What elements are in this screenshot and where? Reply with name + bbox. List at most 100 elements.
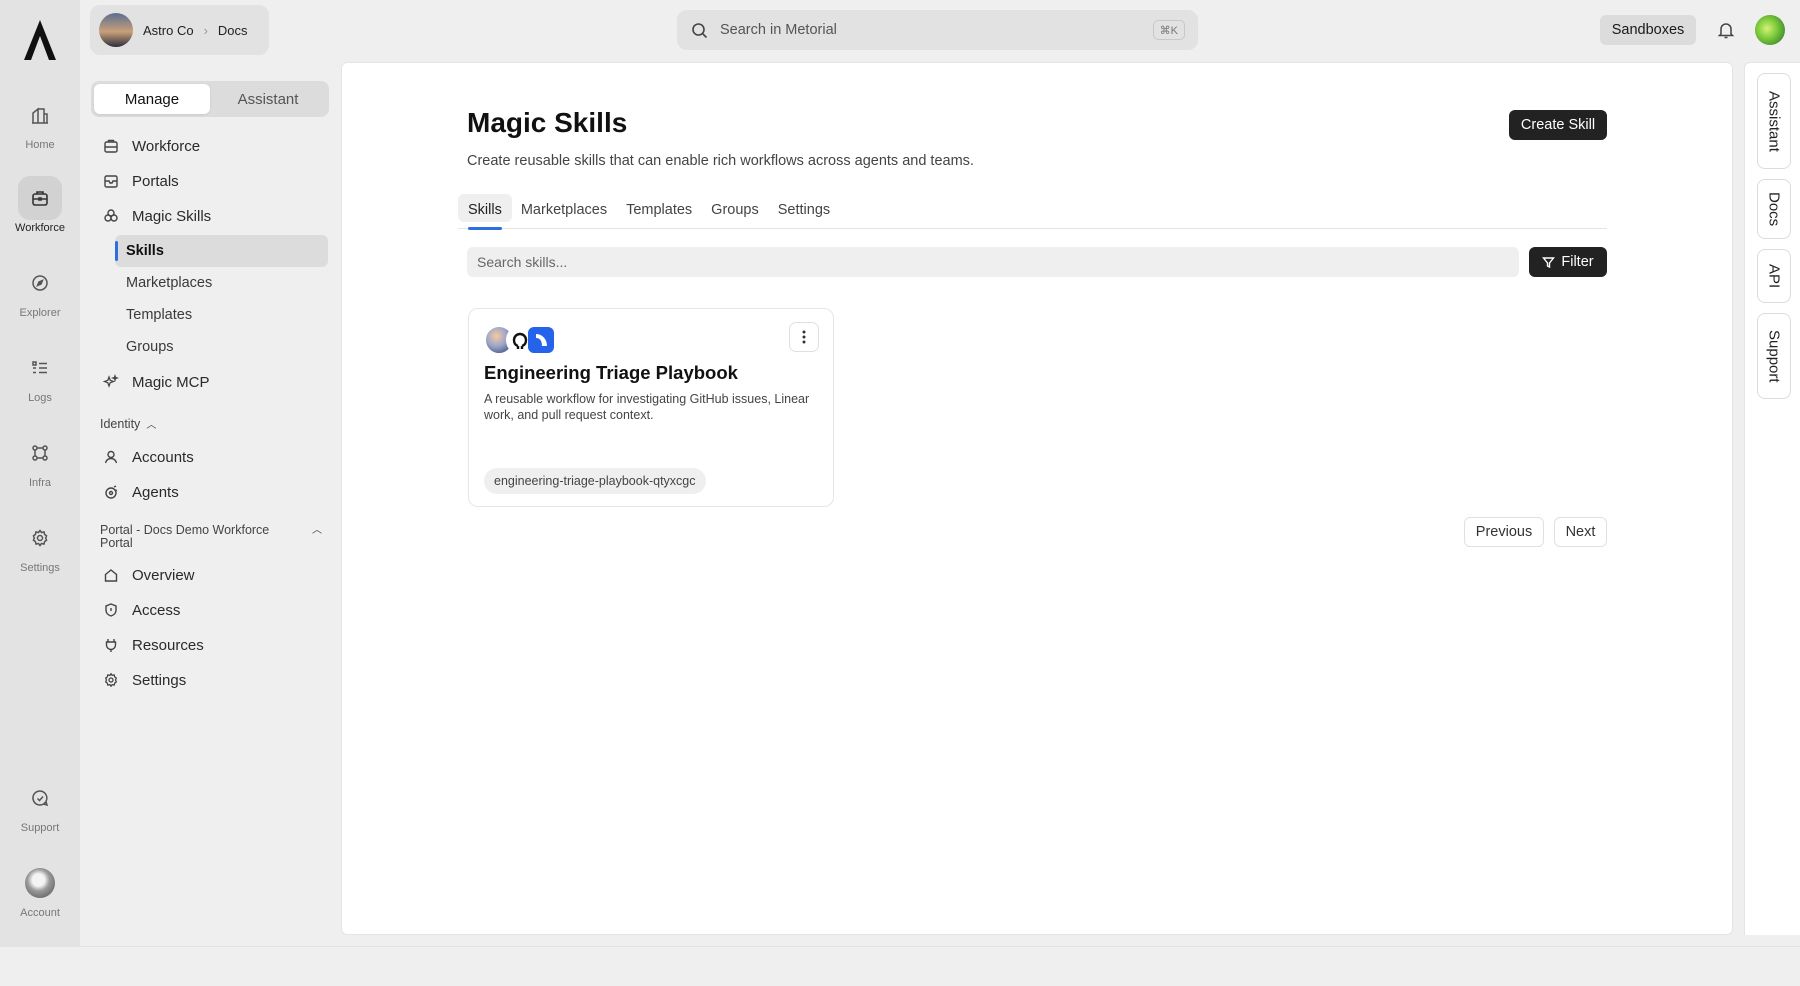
previous-button[interactable]: Previous (1464, 517, 1544, 547)
sidebar-item-label: Magic Skills (132, 207, 212, 225)
org-name: Astro Co (143, 22, 194, 38)
tab-templates[interactable]: Templates (616, 191, 702, 229)
sidebar-subitem-skills[interactable]: Skills (115, 235, 328, 267)
chevron-right-icon: › (203, 22, 208, 38)
tab-skills[interactable]: Skills (458, 191, 512, 230)
sidebar-item-workforce[interactable]: Workforce (90, 130, 328, 162)
project-name: Docs (217, 22, 248, 38)
sidebar-item-access[interactable]: Access (90, 594, 328, 626)
tab-label: Marketplaces (520, 202, 608, 218)
docs-panel-tab[interactable]: Docs (1757, 179, 1791, 239)
assistant-panel-tab[interactable]: Assistant (1757, 73, 1791, 169)
card-menu-button[interactable] (789, 322, 819, 352)
skills-search-input[interactable] (467, 247, 1519, 277)
tab-marketplaces[interactable]: Marketplaces (511, 191, 617, 229)
skill-slug-badge: engineering-triage-playbook-qtyxcgc (484, 468, 706, 494)
tab-settings[interactable]: Settings (768, 191, 840, 229)
avatar (25, 868, 55, 898)
app-shell: Home Workforce Explorer Logs Infra Setti… (0, 0, 1800, 946)
skill-title: Engineering Triage Playbook (484, 362, 738, 383)
gear-icon (18, 516, 62, 560)
section-portal-toggle[interactable]: Portal - Docs Demo Workforce Portal ︿ (100, 524, 330, 550)
gear-icon (102, 671, 120, 689)
sidebar-item-label: Settings (132, 671, 187, 689)
rail-settings[interactable]: Settings (0, 516, 80, 590)
rail-explorer[interactable]: Explorer (0, 261, 80, 335)
tab-label: Assistant (1765, 90, 1783, 152)
support-icon (18, 776, 62, 820)
main-panel: Magic Skills Create reusable skills that… (341, 62, 1733, 935)
bottom-strip (0, 946, 1800, 986)
section-label: Identity (100, 416, 141, 431)
page-subtitle: Create reusable skills that can enable r… (467, 153, 974, 169)
sidebar-item-magic-mcp[interactable]: Magic MCP (90, 366, 328, 398)
tab-label: Docs (1765, 191, 1783, 227)
rail-support[interactable]: Support (0, 776, 80, 850)
tab-manage[interactable]: Manage (94, 84, 210, 114)
sidebar-item-label: Workforce (132, 137, 201, 155)
sidebar-item-overview[interactable]: Overview (90, 559, 328, 591)
rail-label: Settings (20, 562, 60, 574)
sidebar-item-magic-skills[interactable]: Magic Skills (90, 200, 328, 232)
more-vertical-icon (802, 330, 806, 344)
rail-logs[interactable]: Logs (0, 346, 80, 420)
icon-rail: Home Workforce Explorer Logs Infra Setti… (0, 0, 80, 946)
section-identity-toggle[interactable]: Identity ︿ (100, 416, 157, 432)
next-button[interactable]: Next (1554, 517, 1607, 547)
filter-button[interactable]: Filter (1529, 247, 1607, 277)
sidebar-subitem-marketplaces[interactable]: Marketplaces (115, 267, 328, 299)
right-rail: Assistant Docs API Support (1744, 62, 1800, 935)
rail-label: Infra (28, 477, 51, 489)
logs-icon (18, 346, 62, 390)
chevron-up-icon: ︿ (146, 420, 157, 431)
rail-home[interactable]: Home (0, 93, 80, 167)
sparkle-icon (102, 373, 120, 391)
page-title: Magic Skills (467, 107, 628, 138)
org-switcher[interactable]: Astro Co › Docs (90, 5, 269, 55)
rail-label: Home (25, 139, 55, 151)
sidebar-item-portals[interactable]: Portals (90, 165, 328, 197)
rail-label: Explorer (19, 307, 61, 319)
sidebar-item-accounts[interactable]: Accounts (90, 441, 328, 473)
tab-groups[interactable]: Groups (701, 191, 769, 229)
sidebar-item-label: Magic MCP (132, 373, 210, 391)
building-icon (102, 137, 120, 155)
tab-label: Settings (777, 202, 831, 218)
user-icon (102, 448, 120, 466)
sidebar-item-agents[interactable]: Agents (90, 476, 328, 508)
sidebar-mode-switch: Manage Assistant (91, 81, 329, 117)
agent-icon (102, 483, 120, 501)
integration-icons (484, 325, 554, 355)
global-search-input[interactable]: Search in Metorial ⌘K (677, 10, 1198, 50)
api-panel-tab[interactable]: API (1757, 249, 1791, 303)
tab-label: Skills (468, 202, 502, 218)
search-placeholder: Search in Metorial (720, 22, 837, 38)
sidebar-item-label: Access (132, 601, 181, 619)
chevron-up-icon: ︿ (312, 525, 322, 536)
rail-account[interactable]: Account (0, 861, 80, 935)
sidebar-item-settings[interactable]: Settings (90, 664, 328, 696)
tab-assistant[interactable]: Assistant (210, 84, 326, 114)
sidebar-subitem-templates[interactable]: Templates (115, 299, 328, 331)
skill-card[interactable]: Engineering Triage Playbook A reusable w… (468, 308, 834, 507)
sidebar-subitem-groups[interactable]: Groups (115, 331, 328, 363)
user-avatar[interactable] (1755, 15, 1785, 45)
skill-description: A reusable workflow for investigating Gi… (484, 392, 810, 422)
metorial-logo[interactable] (22, 18, 58, 62)
tab-label: API (1765, 263, 1783, 289)
sidebar-item-label: Agents (132, 483, 179, 501)
filter-icon (1542, 256, 1556, 268)
bell-icon[interactable] (1716, 20, 1736, 40)
shield-icon (102, 601, 120, 619)
plug-icon (102, 636, 120, 654)
create-skill-button[interactable]: Create Skill (1509, 110, 1607, 140)
support-panel-tab[interactable]: Support (1757, 313, 1791, 399)
tab-label: Templates (626, 202, 693, 218)
rail-infra[interactable]: Infra (0, 431, 80, 505)
home-icon (102, 566, 120, 584)
rail-workforce[interactable]: Workforce (0, 176, 80, 250)
sandboxes-button[interactable]: Sandboxes (1600, 15, 1696, 45)
search-shortcut: ⌘K (1152, 20, 1185, 40)
sidebar-item-resources[interactable]: Resources (90, 629, 328, 661)
pull-request-icon (528, 327, 554, 353)
